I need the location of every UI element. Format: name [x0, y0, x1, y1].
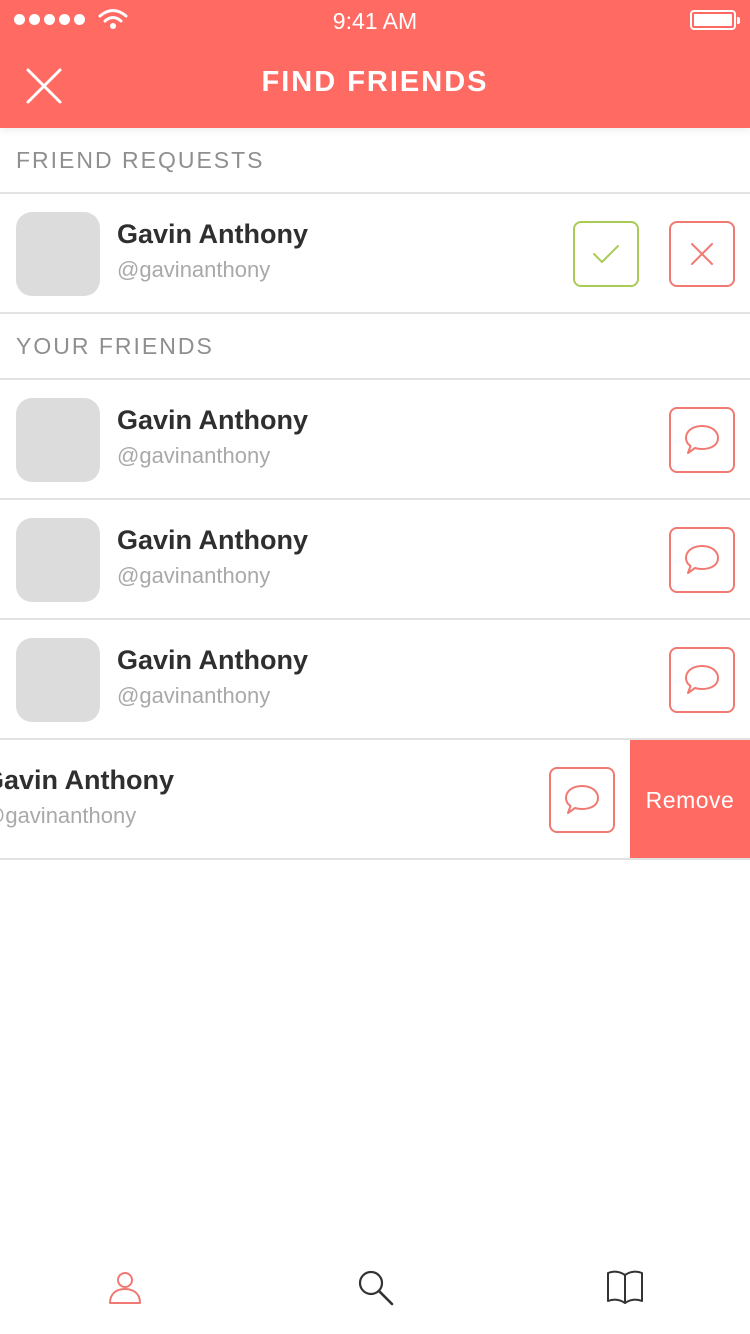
chat-bubble-icon — [685, 545, 719, 574]
friend-handle: @gavinanthony — [117, 443, 271, 468]
friend-name: Gavin Anthony — [117, 645, 309, 675]
divider — [0, 858, 750, 860]
message-button[interactable] — [669, 407, 735, 473]
x-icon — [691, 243, 713, 265]
message-button[interactable] — [669, 647, 735, 713]
check-icon — [593, 245, 619, 263]
section-label-your-friends: YOUR FRIENDS — [16, 333, 214, 359]
section-label-friend-requests: FRIEND REQUESTS — [16, 147, 265, 173]
friend-handle: @gavinanthony — [117, 257, 271, 282]
friend-handle: @gavinanthony — [0, 803, 137, 828]
friend-row: Gavin Anthony @gavinanthony — [0, 500, 750, 620]
avatar — [16, 638, 100, 722]
avatar — [16, 518, 100, 602]
divider — [0, 312, 750, 314]
message-button[interactable] — [669, 527, 735, 593]
avatar — [16, 212, 100, 296]
friend-handle: @gavinanthony — [117, 563, 271, 588]
chat-bubble-icon — [565, 785, 599, 814]
tab-search[interactable] — [350, 1262, 400, 1312]
search-icon — [358, 1270, 394, 1306]
tab-bar — [0, 1238, 750, 1334]
friend-name: Gavin Anthony — [117, 525, 309, 555]
decline-request-button[interactable] — [669, 221, 735, 287]
friend-name: Gavin Anthony — [117, 405, 309, 435]
status-bar: 9:41 AM — [0, 0, 750, 40]
friend-row-swiped[interactable]: Gavin Anthony @gavinanthony Remove — [0, 740, 750, 860]
book-icon — [607, 1270, 643, 1304]
message-button[interactable] — [549, 767, 615, 833]
swipe-content: Gavin Anthony @gavinanthony — [0, 740, 733, 860]
friend-row: Gavin Anthony @gavinanthony — [0, 380, 750, 500]
friend-name: Gavin Anthony — [0, 765, 175, 795]
avatar — [16, 398, 100, 482]
friend-row: Gavin Anthony @gavinanthony — [0, 620, 750, 740]
chat-bubble-icon — [685, 425, 719, 454]
remove-friend-button[interactable]: Remove — [630, 740, 750, 860]
friend-name: Gavin Anthony — [117, 219, 309, 249]
status-time: 9:41 AM — [332, 8, 418, 34]
header-bar: 9:41 AM FIND FRIENDS — [0, 0, 750, 128]
friend-request-row: Gavin Anthony @gavinanthony — [0, 194, 750, 314]
chat-bubble-icon — [685, 665, 719, 694]
accept-request-button[interactable] — [573, 221, 639, 287]
page-title: FIND FRIENDS — [261, 66, 489, 98]
tab-library[interactable] — [600, 1262, 650, 1312]
tab-profile[interactable] — [100, 1262, 150, 1312]
battery-icon — [690, 10, 740, 30]
friend-handle: @gavinanthony — [117, 683, 271, 708]
person-icon — [109, 1272, 141, 1304]
